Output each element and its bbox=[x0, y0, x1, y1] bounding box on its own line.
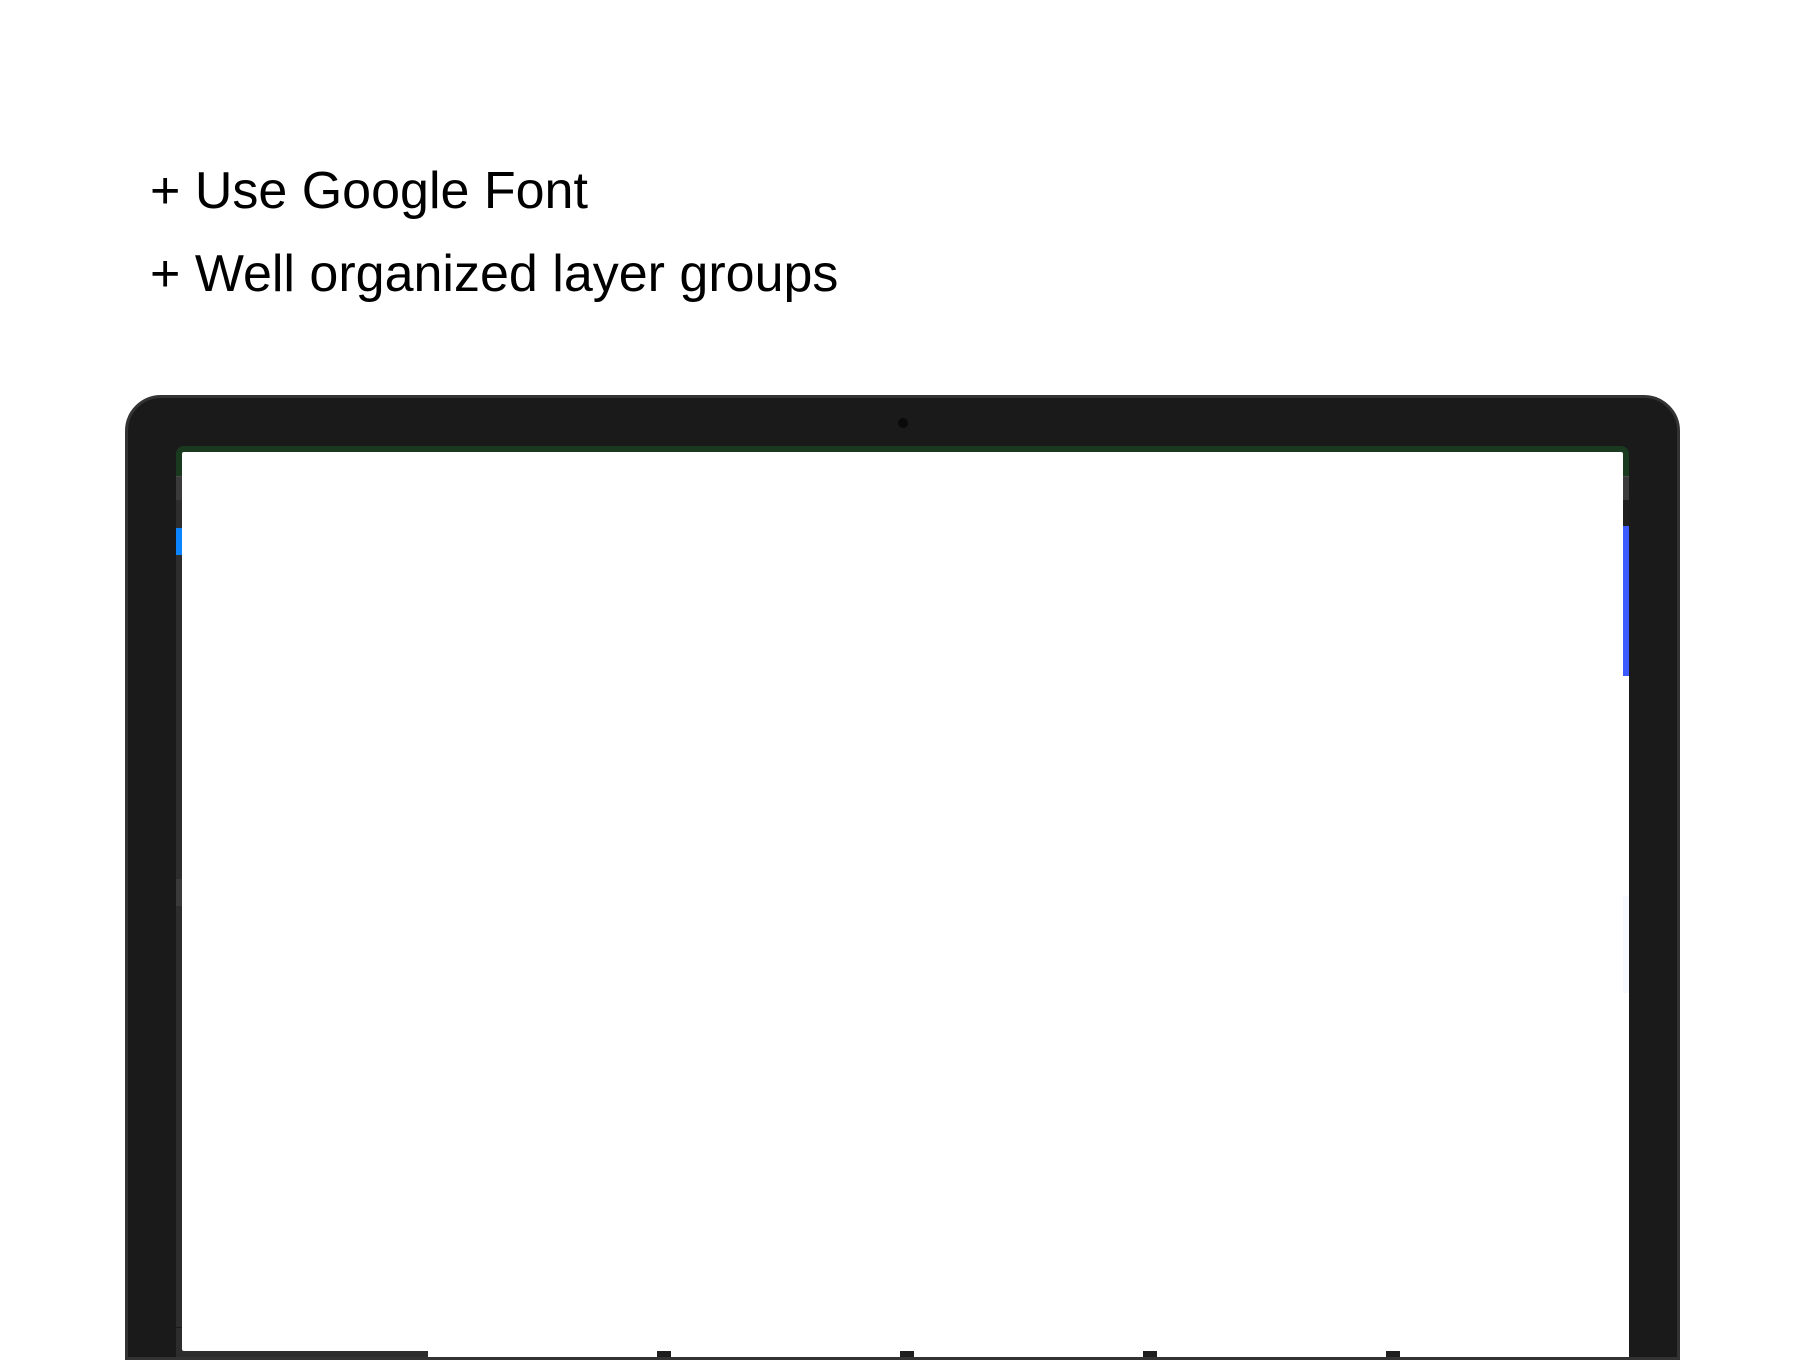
feature-item-2: + Well organized layer groups bbox=[150, 233, 838, 316]
feature-item-1: + Use Google Font bbox=[150, 150, 838, 233]
screen: Sketch File Edit Insert Layer Text Proto… bbox=[176, 446, 1629, 1357]
laptop-frame: Sketch File Edit Insert Layer Text Proto… bbox=[125, 395, 1680, 1360]
artboard-surface[interactable]: Connect with customer in a new way Moder… bbox=[1400, 526, 1629, 1357]
camera-dot bbox=[898, 418, 908, 428]
artboard-05-saas[interactable]: 05_Index_SAAS Connect with customer in a… bbox=[1400, 500, 1629, 1357]
feature-list: + Use Google Font + Well organized layer… bbox=[150, 150, 838, 316]
canvas[interactable]: 01_Index_Standart Your ideas, make it ha… bbox=[428, 500, 1629, 1357]
